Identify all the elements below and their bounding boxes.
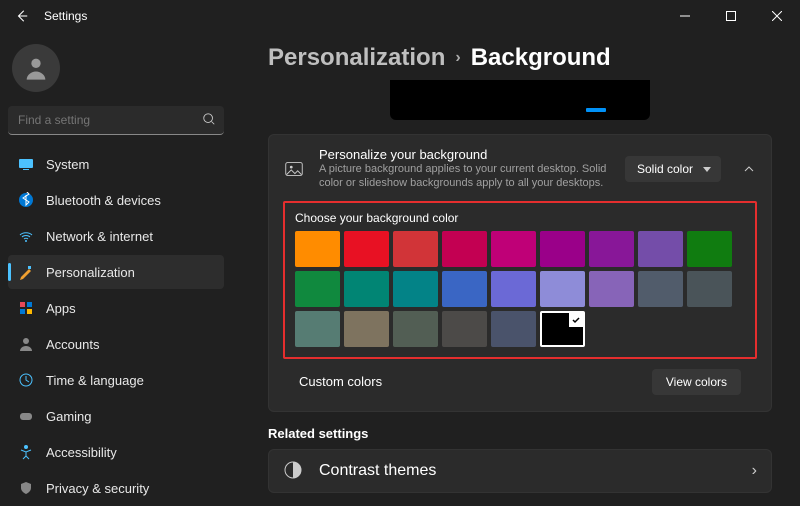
sidebar-item-system[interactable]: System [8,147,224,181]
sidebar-item-time[interactable]: Time & language [8,363,224,397]
avatar[interactable] [12,44,60,92]
sidebar-item-accounts[interactable]: Accounts [8,327,224,361]
color-swatch[interactable] [442,311,487,347]
color-swatch[interactable] [393,271,438,307]
card-sub: A picture background applies to your cur… [319,162,611,191]
color-label: Choose your background color [295,211,745,225]
back-button[interactable] [8,2,36,30]
color-swatch[interactable] [638,231,683,267]
person-icon [22,54,50,82]
window-title: Settings [44,9,87,23]
color-swatch[interactable] [295,311,340,347]
breadcrumb-parent[interactable]: Personalization [268,44,445,72]
search-input[interactable] [8,106,224,135]
view-colors-button[interactable]: View colors [652,369,741,395]
color-swatch[interactable] [638,271,683,307]
page-title: Background [471,44,611,72]
sidebar-item-privacy[interactable]: Privacy & security [8,471,224,505]
color-swatch[interactable] [295,271,340,307]
minimize-button[interactable] [662,0,708,32]
maximize-icon [726,11,736,21]
color-swatch[interactable] [442,231,487,267]
sidebar-item-label: System [46,157,89,172]
gamepad-icon [18,408,34,424]
paint-icon [18,264,34,280]
sidebar-item-label: Network & internet [46,229,153,244]
sidebar: System Bluetooth & devices Network & int… [0,32,232,506]
maximize-button[interactable] [708,0,754,32]
picture-icon [283,158,305,180]
display-icon [18,156,34,172]
contrast-icon [283,460,305,482]
minimize-icon [680,11,690,21]
check-icon [569,313,583,327]
color-swatch[interactable] [540,271,585,307]
color-swatch[interactable] [491,271,536,307]
chevron-up-icon [743,163,755,175]
background-type-dropdown[interactable]: Solid color [625,156,721,182]
sidebar-item-label: Bluetooth & devices [46,193,161,208]
arrow-left-icon [15,9,29,23]
color-swatch[interactable] [393,231,438,267]
card-heading: Personalize your background [319,147,611,162]
color-swatch[interactable] [589,271,634,307]
sidebar-item-label: Time & language [46,373,144,388]
sidebar-item-personalization[interactable]: Personalization [8,255,224,289]
color-swatch[interactable] [344,231,389,267]
sidebar-item-label: Accessibility [46,445,117,460]
breadcrumb: Personalization › Background [268,44,772,72]
color-swatch[interactable] [491,231,536,267]
sidebar-item-network[interactable]: Network & internet [8,219,224,253]
color-swatch[interactable] [442,271,487,307]
color-swatch[interactable] [687,231,732,267]
preview-accent [586,108,606,112]
collapse-button[interactable] [741,161,757,177]
account-icon [18,336,34,352]
sidebar-item-bluetooth[interactable]: Bluetooth & devices [8,183,224,217]
shield-icon [18,480,34,496]
sidebar-item-label: Gaming [46,409,92,424]
search-icon [202,112,216,131]
color-swatch[interactable] [540,231,585,267]
color-swatch[interactable] [344,311,389,347]
sidebar-item-label: Accounts [46,337,99,352]
color-swatch[interactable] [589,231,634,267]
color-swatch[interactable] [540,311,585,347]
sidebar-item-label: Apps [46,301,76,316]
related-heading: Related settings [268,426,772,441]
close-icon [772,11,782,21]
sidebar-item-accessibility[interactable]: Accessibility [8,435,224,469]
close-button[interactable] [754,0,800,32]
accessibility-icon [18,444,34,460]
color-picker-section: Choose your background color [283,201,757,359]
color-swatch[interactable] [393,311,438,347]
bluetooth-icon [18,192,34,208]
desktop-preview [390,80,650,120]
chevron-right-icon: › [752,462,757,480]
apps-icon [18,300,34,316]
custom-colors-label: Custom colors [299,374,382,389]
sidebar-item-apps[interactable]: Apps [8,291,224,325]
contrast-themes-row[interactable]: Contrast themes › [268,449,772,493]
clock-icon [18,372,34,388]
sidebar-item-label: Personalization [46,265,135,280]
color-swatch[interactable] [344,271,389,307]
wifi-icon [18,228,34,244]
color-swatch[interactable] [687,271,732,307]
color-swatch[interactable] [491,311,536,347]
color-swatch[interactable] [295,231,340,267]
sidebar-item-label: Privacy & security [46,481,149,496]
main-content: Personalization › Background Personalize… [232,32,800,506]
chevron-right-icon: › [455,49,460,67]
background-card: Personalize your background A picture ba… [268,134,772,412]
sidebar-item-gaming[interactable]: Gaming [8,399,224,433]
contrast-label: Contrast themes [319,462,436,480]
